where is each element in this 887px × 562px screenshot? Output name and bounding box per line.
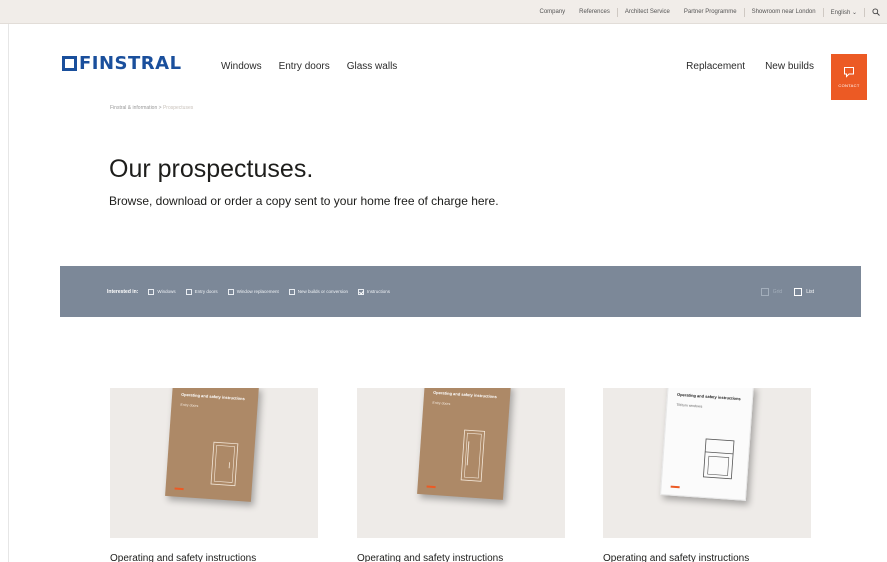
utility-link-partner-programme[interactable]: Partner Programme <box>677 9 744 15</box>
view-label: Grid <box>772 288 783 295</box>
breadcrumb-separator: > <box>158 105 162 111</box>
booklet-title: Operating and safety instructions <box>181 391 246 402</box>
filter-title: Interested in: <box>107 288 139 295</box>
booklet-subtitle: Tilt/turn windows <box>676 402 703 409</box>
filter-bar: Interested in: Windows Entry doors Windo… <box>60 266 861 317</box>
chat-bubble-icon <box>844 67 854 78</box>
nav-entry-doors[interactable]: Entry doors <box>279 61 330 72</box>
prospectus-card[interactable]: Operating and safety instructions Tilt/t… <box>603 388 811 538</box>
logo-square-icon <box>62 56 77 71</box>
card-caption[interactable]: Operating and safety instructions <box>110 553 256 562</box>
view-grid-button[interactable]: Grid <box>760 287 783 296</box>
search-icon <box>872 8 880 16</box>
booklet-cover: Operating and safety instructions Entry … <box>417 388 511 500</box>
language-label: English <box>830 9 851 16</box>
window-drawing-icon <box>702 438 735 480</box>
booklet-subtitle: Entry doors <box>432 400 451 406</box>
view-toggle: Grid List <box>749 266 814 317</box>
utility-link-references[interactable]: References <box>572 9 617 15</box>
list-icon <box>794 287 803 296</box>
filter-option-instructions[interactable]: Instructions <box>358 288 391 295</box>
chevron-down-icon: ⌄ <box>851 9 857 16</box>
checkbox-windows[interactable] <box>148 288 155 295</box>
breadcrumb-current: Prospectuses <box>162 105 194 111</box>
nav-replacement[interactable]: Replacement <box>686 61 745 72</box>
utility-link-showroom[interactable]: Showroom near London <box>745 9 823 15</box>
finstral-mark <box>426 485 436 489</box>
filter-label: Windows <box>157 289 176 294</box>
booklet-cover: Operating and safety instructions Tilt/t… <box>660 388 754 501</box>
booklet-title: Operating and safety instructions <box>433 389 498 400</box>
contact-button[interactable]: CONTACT <box>831 54 867 100</box>
main-nav: Windows Entry doors Glass walls <box>221 61 414 72</box>
utility-nav: Company References Architect Service Par… <box>532 0 887 24</box>
prospectus-card[interactable]: Operating and safety instructions Entry … <box>357 388 565 538</box>
utility-link-company[interactable]: Company <box>532 9 572 15</box>
booklet-title: Operating and safety instructions <box>676 391 741 402</box>
checkbox-window-replacement[interactable] <box>227 288 234 295</box>
language-selector[interactable]: English ⌄ <box>824 9 864 16</box>
prospectus-card[interactable]: Operating and safety instructions Entry … <box>110 388 318 538</box>
filter-label: New builds or conversion <box>297 289 348 294</box>
nav-glass-walls[interactable]: Glass walls <box>347 61 398 72</box>
nav-windows[interactable]: Windows <box>221 61 262 72</box>
breadcrumb: Finstral & information > Prospectuses <box>110 105 193 111</box>
filter-label: Instructions <box>367 289 391 294</box>
filter-options: Interested in: Windows Entry doors Windo… <box>107 266 400 317</box>
view-label: List <box>806 288 814 295</box>
finstral-logo[interactable]: FINSTRAL <box>62 53 182 74</box>
finstral-mark <box>670 485 680 489</box>
filter-option-windows[interactable]: Windows <box>148 288 176 295</box>
search-button[interactable] <box>865 0 887 24</box>
checkbox-instructions[interactable] <box>358 288 364 295</box>
nav-new-builds[interactable]: New builds <box>765 61 814 72</box>
utility-bar: Company References Architect Service Par… <box>0 0 887 24</box>
page-title: Our prospectuses. <box>109 155 314 183</box>
card-caption[interactable]: Operating and safety instructions <box>357 553 503 562</box>
page-intro: Browse, download or order a copy sent to… <box>109 194 499 208</box>
breadcrumb-parent[interactable]: Finstral & information <box>110 105 157 111</box>
door-drawing-icon <box>210 441 239 487</box>
door-drawing-icon <box>460 429 486 482</box>
contact-label: CONTACT <box>838 83 860 88</box>
view-list-button[interactable]: List <box>794 287 814 296</box>
finstral-mark <box>174 487 184 491</box>
grid-icon <box>760 287 769 296</box>
booklet-subtitle: Entry doors <box>180 402 199 408</box>
filter-option-window-replacement[interactable]: Window replacement <box>227 288 279 295</box>
filter-label: Entry doors <box>194 289 218 294</box>
secondary-nav: Replacement New builds <box>666 61 814 72</box>
utility-link-architect-service[interactable]: Architect Service <box>618 9 677 15</box>
filter-option-entry-doors[interactable]: Entry doors <box>185 288 218 295</box>
card-caption[interactable]: Operating and safety instructions <box>603 553 749 562</box>
logo-text: FINSTRAL <box>79 53 182 74</box>
filter-option-new-builds[interactable]: New builds or conversion <box>288 288 348 295</box>
filter-label: Window replacement <box>236 289 279 294</box>
checkbox-new-builds[interactable] <box>288 288 295 295</box>
booklet-cover: Operating and safety instructions Entry … <box>165 388 259 502</box>
checkbox-entry-doors[interactable] <box>185 288 192 295</box>
